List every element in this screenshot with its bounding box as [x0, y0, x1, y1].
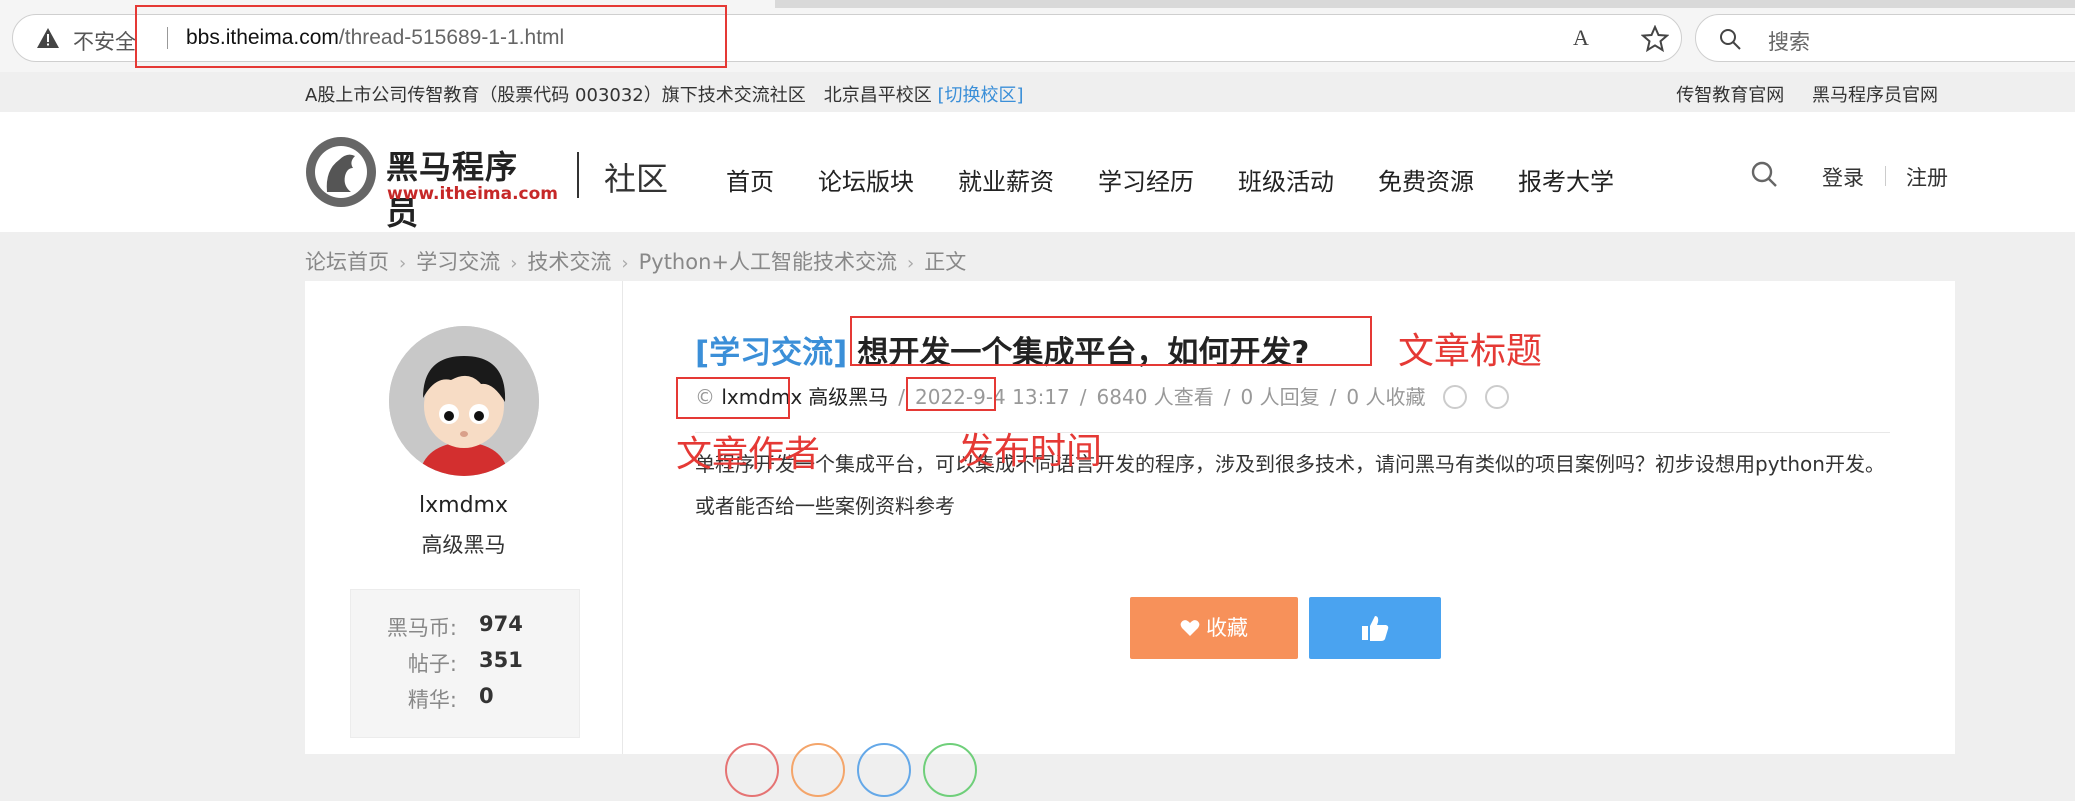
share-circle-icon[interactable] — [791, 743, 845, 797]
crumb-python[interactable]: Python+人工智能技术交流 — [639, 250, 897, 274]
stat-label: 黑马币: — [386, 616, 457, 640]
post-time: 13:17 — [1012, 385, 1070, 409]
meta-separator: / — [1329, 385, 1337, 409]
chevron-right-icon: › — [510, 253, 518, 274]
topbar-links: 传智教育官网 黑马程序员官网 — [1654, 81, 1938, 107]
share-circle-icon[interactable] — [923, 743, 977, 797]
meta-separator: / — [1223, 385, 1231, 409]
site-logo[interactable]: 黑马程序员 www.itheima.com — [303, 134, 558, 232]
chevron-right-icon: › — [399, 253, 407, 274]
chevron-right-icon: › — [907, 253, 915, 274]
register-link[interactable]: 注册 — [1906, 162, 1948, 192]
security-status[interactable]: 不安全 — [73, 26, 136, 56]
search-icon — [1720, 29, 1741, 50]
post-body: 单程序开发一个集成平台，可以集成不同语言开发的程序，涉及到很多技术，请问黑马有类… — [695, 452, 1885, 518]
login-divider — [1885, 166, 1886, 186]
nav-salary[interactable]: 就业薪资 — [958, 162, 1054, 197]
switch-campus-link[interactable]: [切换校区] — [937, 85, 1023, 106]
post-favorites: 0 人收藏 — [1346, 385, 1426, 409]
stat-label: 帖子: — [407, 652, 457, 676]
logo-site: www.itheima.com — [387, 184, 559, 204]
tab-strip — [775, 0, 2075, 8]
horse-logo-icon — [306, 137, 376, 207]
author-sidebar: lxmdmx 高级黑马 黑马币: 974 帖子: 351 精华: 0 — [305, 281, 623, 754]
main-nav: 首页 论坛版块 就业薪资 学习经历 班级活动 免费资源 报考大学 — [726, 162, 1658, 197]
login-link[interactable]: 登录 — [1822, 162, 1864, 192]
logo-divider — [577, 152, 579, 198]
post-meta: © lxmdmx 高级黑马/2022-9-4 13:17/6840 人查看/0 人… — [695, 381, 1510, 410]
stat-value: 974 — [479, 612, 523, 636]
itheima-official-link[interactable]: 黑马程序员官网 — [1812, 85, 1938, 106]
mobile-icon[interactable] — [1443, 385, 1468, 409]
site-header: 黑马程序员 www.itheima.com 社区 首页 论坛版块 就业薪资 学习经历 班… — [0, 112, 2075, 232]
user-stats: 黑马币: 974 帖子: 351 精华: 0 — [350, 589, 580, 738]
nav-class[interactable]: 班级活动 — [1238, 162, 1334, 197]
like-button[interactable] — [1309, 597, 1441, 659]
site-search-icon[interactable] — [1750, 160, 1778, 188]
nav-forums[interactable]: 论坛版块 — [818, 162, 914, 197]
nav-study[interactable]: 学习经历 — [1098, 162, 1194, 197]
company-info: A股上市公司传智教育（股票代码 003032）旗下技术交流社区 北京昌平校区 [… — [305, 81, 1024, 107]
stat-value: 0 — [479, 684, 494, 708]
post-views: 6840 人查看 — [1096, 385, 1214, 409]
time-highlight-box — [906, 377, 996, 411]
browser-search-box[interactable]: 搜索 — [1695, 14, 2075, 62]
post-author-rank: 高级黑马 — [808, 385, 889, 409]
post-divider — [695, 432, 1890, 433]
read-aloud-icon[interactable]: A — [1573, 25, 1601, 51]
title-highlight-box — [850, 316, 1372, 366]
share-circle-icon[interactable] — [857, 743, 911, 797]
favorite-label: 收藏 — [1206, 616, 1248, 640]
meta-separator: / — [1079, 385, 1087, 409]
author-highlight-box — [676, 377, 790, 419]
avatar[interactable] — [389, 326, 539, 476]
czbk-official-link[interactable]: 传智教育官网 — [1676, 85, 1784, 106]
favorite-star-icon[interactable] — [1641, 25, 1669, 53]
site-topbar: A股上市公司传智教育（股票代码 003032）旗下技术交流社区 北京昌平校区 [… — [0, 72, 2075, 112]
post-replies: 0 人回复 — [1240, 385, 1320, 409]
heart-icon — [1180, 620, 1200, 636]
url-highlight-box — [135, 5, 727, 68]
favorite-button[interactable]: 收藏 — [1130, 597, 1298, 659]
share-icon[interactable] — [1485, 385, 1510, 409]
company-text: A股上市公司传智教育（股票代码 003032）旗下技术交流社区 北京昌平校区 — [305, 85, 932, 106]
chevron-right-icon: › — [621, 253, 629, 274]
author-annotation: 文章作者 — [676, 434, 821, 475]
nav-resources[interactable]: 免费资源 — [1378, 162, 1474, 197]
search-placeholder: 搜索 — [1768, 30, 1810, 54]
nav-university[interactable]: 报考大学 — [1518, 162, 1614, 197]
crumb-tech[interactable]: 技术交流 — [527, 250, 611, 274]
stat-label: 精华: — [407, 688, 457, 712]
thumbs-up-icon — [1362, 616, 1389, 641]
community-label: 社区 — [604, 160, 669, 198]
crumb-forum-home[interactable]: 论坛首页 — [305, 250, 389, 274]
time-annotation: 发布时间 — [958, 431, 1103, 472]
share-circle-row — [725, 743, 989, 801]
share-circle-icon[interactable] — [725, 743, 779, 797]
nav-home[interactable]: 首页 — [726, 162, 774, 197]
stat-value: 351 — [479, 648, 523, 672]
crumb-study[interactable]: 学习交流 — [416, 250, 500, 274]
breadcrumb: 论坛首页 › 学习交流 › 技术交流 › Python+人工智能技术交流 › 正文 — [305, 246, 966, 276]
post-category-link[interactable]: [学习交流] — [695, 335, 847, 371]
sidebar-rank: 高级黑马 — [421, 533, 506, 557]
warning-icon[interactable] — [36, 27, 60, 49]
title-annotation: 文章标题 — [1398, 331, 1543, 372]
sidebar-username[interactable]: lxmdmx — [305, 493, 622, 518]
meta-separator: / — [898, 385, 905, 409]
cartoon-avatar-icon — [389, 326, 539, 476]
crumb-current: 正文 — [924, 250, 967, 274]
